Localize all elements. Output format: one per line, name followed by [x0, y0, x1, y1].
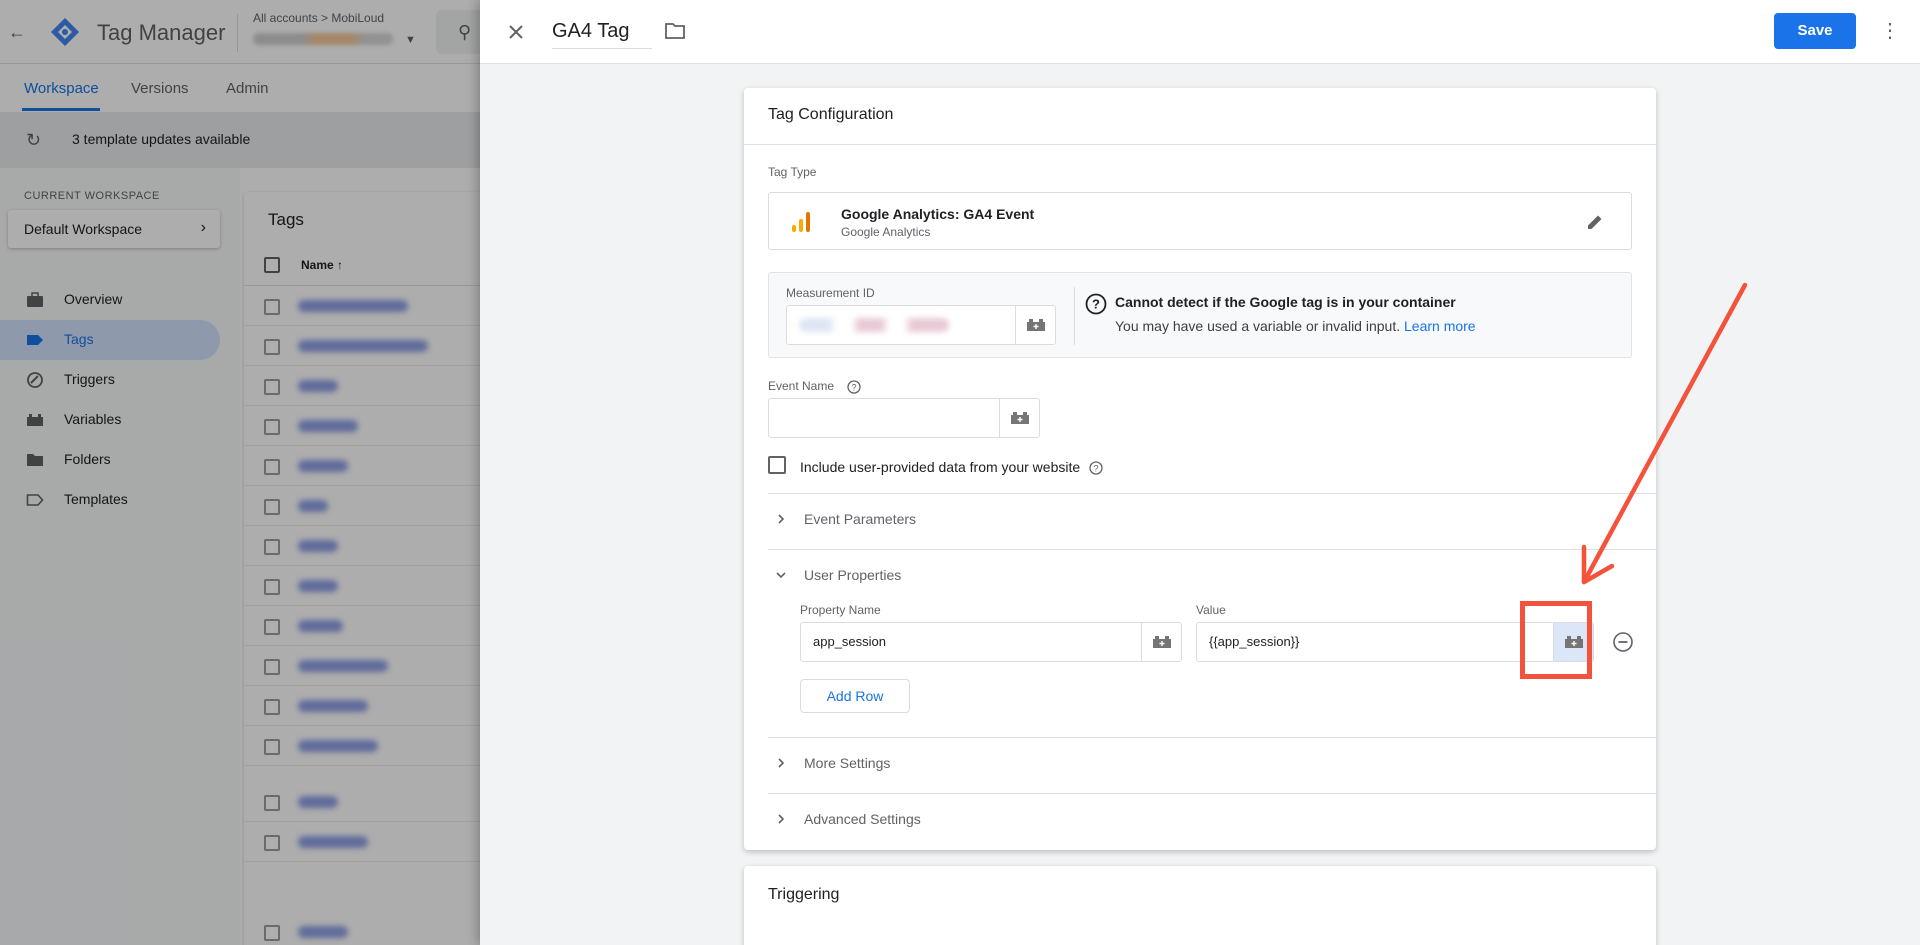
- close-icon[interactable]: [504, 20, 528, 44]
- chevron-down-icon: [776, 572, 786, 579]
- tag-name-field[interactable]: GA4 Tag: [552, 20, 652, 49]
- warning-title: Cannot detect if the Google tag is in yo…: [1115, 294, 1456, 310]
- property-name-value: app_session: [813, 634, 886, 649]
- value-label: Value: [1196, 603, 1226, 617]
- divider: [768, 493, 1656, 494]
- event-parameters-label: Event Parameters: [804, 511, 917, 527]
- more-vert-icon[interactable]: ⋮: [1878, 20, 1902, 44]
- card-title: Tag Configuration: [768, 106, 894, 123]
- svg-text:?: ?: [1092, 297, 1100, 312]
- divider: [1074, 287, 1075, 345]
- divider: [744, 144, 1656, 145]
- include-user-data-label: Include user-provided data from your web…: [800, 459, 1081, 475]
- property-name-label: Property Name: [800, 603, 881, 617]
- warning-body: You may have used a variable or invalid …: [1115, 318, 1476, 334]
- user-properties-section[interactable]: User Properties: [768, 554, 1632, 598]
- measurement-id-input[interactable]: [786, 305, 1056, 345]
- variable-picker-button[interactable]: [999, 399, 1039, 437]
- event-parameters-section[interactable]: Event Parameters: [768, 498, 1632, 542]
- pencil-icon[interactable]: [1585, 212, 1605, 232]
- tag-configuration-card: Tag Configuration Tag Type Google Analyt…: [744, 88, 1656, 850]
- warning-body-text: You may have used a variable or invalid …: [1115, 318, 1401, 334]
- tag-type-name: Google Analytics: GA4 Event: [841, 206, 1035, 222]
- modal-scrim[interactable]: [0, 0, 480, 945]
- user-properties-label: User Properties: [804, 567, 902, 583]
- svg-text:?: ?: [1093, 464, 1098, 474]
- more-settings-label: More Settings: [804, 755, 891, 771]
- divider: [768, 549, 1656, 550]
- include-user-data-checkbox[interactable]: [768, 456, 786, 474]
- remove-row-icon[interactable]: [1612, 631, 1634, 653]
- tag-type-selector[interactable]: Google Analytics: GA4 Event Google Analy…: [768, 192, 1632, 250]
- divider: [768, 793, 1656, 794]
- property-name-input[interactable]: app_session: [800, 622, 1182, 662]
- advanced-settings-section[interactable]: Advanced Settings: [768, 798, 1632, 842]
- tag-editor-panel: GA4 Tag Save ⋮ Tag Configuration Tag Typ…: [480, 0, 1920, 945]
- chevron-right-icon: [778, 758, 785, 768]
- event-name-label: Event Name: [768, 379, 835, 393]
- help-icon[interactable]: ?: [847, 380, 861, 394]
- chevron-right-icon: [778, 814, 785, 824]
- editor-header: GA4 Tag Save ⋮: [480, 0, 1920, 64]
- measurement-id-label: Measurement ID: [786, 286, 875, 300]
- variable-picker-button[interactable]: [1141, 623, 1181, 661]
- advanced-settings-label: Advanced Settings: [804, 811, 921, 827]
- google-analytics-icon: [792, 212, 810, 232]
- folder-icon[interactable]: [664, 21, 686, 41]
- add-row-button[interactable]: Add Row: [800, 679, 910, 713]
- divider: [768, 737, 1656, 738]
- svg-text:?: ?: [851, 383, 856, 393]
- triggering-card[interactable]: Triggering: [744, 866, 1656, 945]
- more-settings-section[interactable]: More Settings: [768, 742, 1632, 786]
- triggering-title: Triggering: [768, 886, 840, 903]
- measurement-id-section: Measurement ID ? Cannot detect if the Go…: [768, 272, 1632, 358]
- help-circle-icon: ?: [1085, 293, 1107, 315]
- variable-icon: [1153, 636, 1171, 648]
- save-button[interactable]: Save: [1774, 13, 1856, 49]
- help-icon[interactable]: ?: [1089, 461, 1103, 475]
- annotation-highlight-box: [1520, 601, 1592, 679]
- variable-icon: [1011, 412, 1029, 424]
- measurement-id-value-blurred: [799, 318, 949, 332]
- variable-icon: [1027, 319, 1045, 331]
- value-value: {{app_session}}: [1209, 634, 1300, 649]
- variable-picker-button[interactable]: [1015, 306, 1055, 344]
- learn-more-link[interactable]: Learn more: [1404, 318, 1476, 334]
- tag-type-label: Tag Type: [768, 165, 817, 179]
- chevron-right-icon: [778, 514, 785, 524]
- event-name-input[interactable]: [768, 398, 1040, 438]
- tag-type-subtitle: Google Analytics: [841, 225, 931, 239]
